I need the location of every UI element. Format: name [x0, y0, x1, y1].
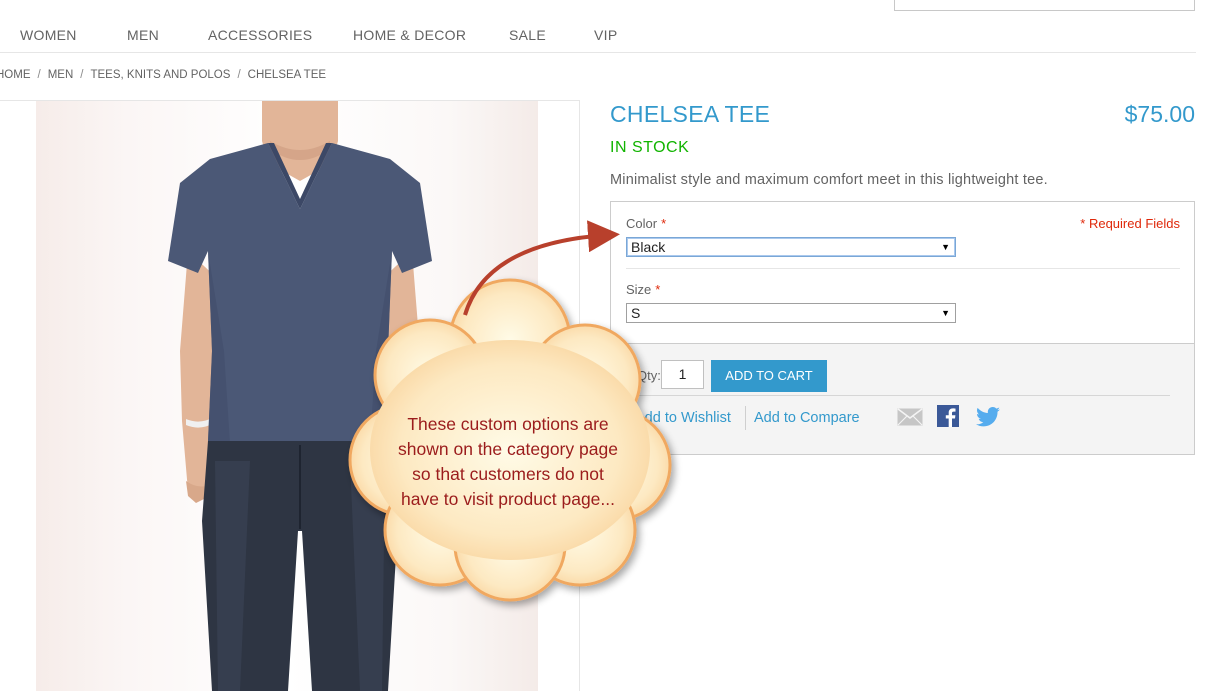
- nav-item-vip[interactable]: VIP: [594, 27, 617, 43]
- breadcrumb-home[interactable]: HOME: [0, 69, 31, 81]
- nav-item-sale[interactable]: SALE: [509, 27, 546, 43]
- breadcrumb: HOME / MEN / TEES, KNITS AND POLOS / CHELSEA T…: [0, 69, 326, 81]
- required-fields-note: * Required Fields: [1080, 216, 1180, 231]
- nav-item-accessories[interactable]: ACCESSORIES: [208, 27, 312, 43]
- add-to-compare-link[interactable]: Add to Compare: [754, 410, 860, 426]
- callout-line: have to visit product page...: [400, 489, 616, 509]
- breadcrumb-current: CHELSEA TEE: [247, 69, 327, 81]
- main-navigation: WOMEN MEN ACCESSORIES HOME & DECOR SALE …: [0, 18, 1196, 53]
- availability-status: IN STOCK: [610, 139, 690, 156]
- search-input[interactable]: [894, 0, 1195, 11]
- dropdown-arrow-icon: ▼: [941, 308, 950, 318]
- product-price: $75.00: [1124, 101, 1195, 127]
- nav-item-men[interactable]: MEN: [127, 27, 159, 43]
- breadcrumb-separator: /: [37, 69, 41, 81]
- callout-text: These custom options are shown on the ca…: [378, 412, 638, 512]
- twitter-icon[interactable]: [976, 407, 1000, 432]
- dropdown-arrow-icon: ▼: [941, 242, 950, 252]
- breadcrumb-separator: /: [80, 69, 84, 81]
- product-options: Color * * Required Fields Black ▼ Size * S…: [610, 201, 1195, 344]
- option-divider: [626, 268, 1180, 269]
- add-to-cart-button[interactable]: Add to Cart: [711, 360, 827, 392]
- link-separator: [745, 406, 746, 430]
- cart-divider: [637, 395, 1170, 396]
- facebook-icon[interactable]: [937, 405, 959, 432]
- breadcrumb-men[interactable]: MEN: [48, 69, 74, 81]
- callout-line: so that customers do not: [412, 464, 604, 484]
- callout-line: shown on the category page: [398, 439, 618, 459]
- breadcrumb-tees[interactable]: TEES, KNITS AND POLOS: [90, 69, 230, 81]
- email-icon[interactable]: [897, 408, 923, 431]
- add-to-cart-box: Qty: 1 Add to Cart Add to Wishlist Add t…: [610, 343, 1195, 455]
- callout-line: These custom options are: [407, 414, 609, 434]
- nav-item-women[interactable]: WOMEN: [20, 27, 77, 43]
- nav-item-home-decor[interactable]: HOME & DECOR: [353, 27, 466, 43]
- product-short-description: Minimalist style and maximum comfort mee…: [610, 172, 1048, 188]
- breadcrumb-separator: /: [237, 69, 241, 81]
- product-name: CHELSEA TEE: [610, 101, 771, 127]
